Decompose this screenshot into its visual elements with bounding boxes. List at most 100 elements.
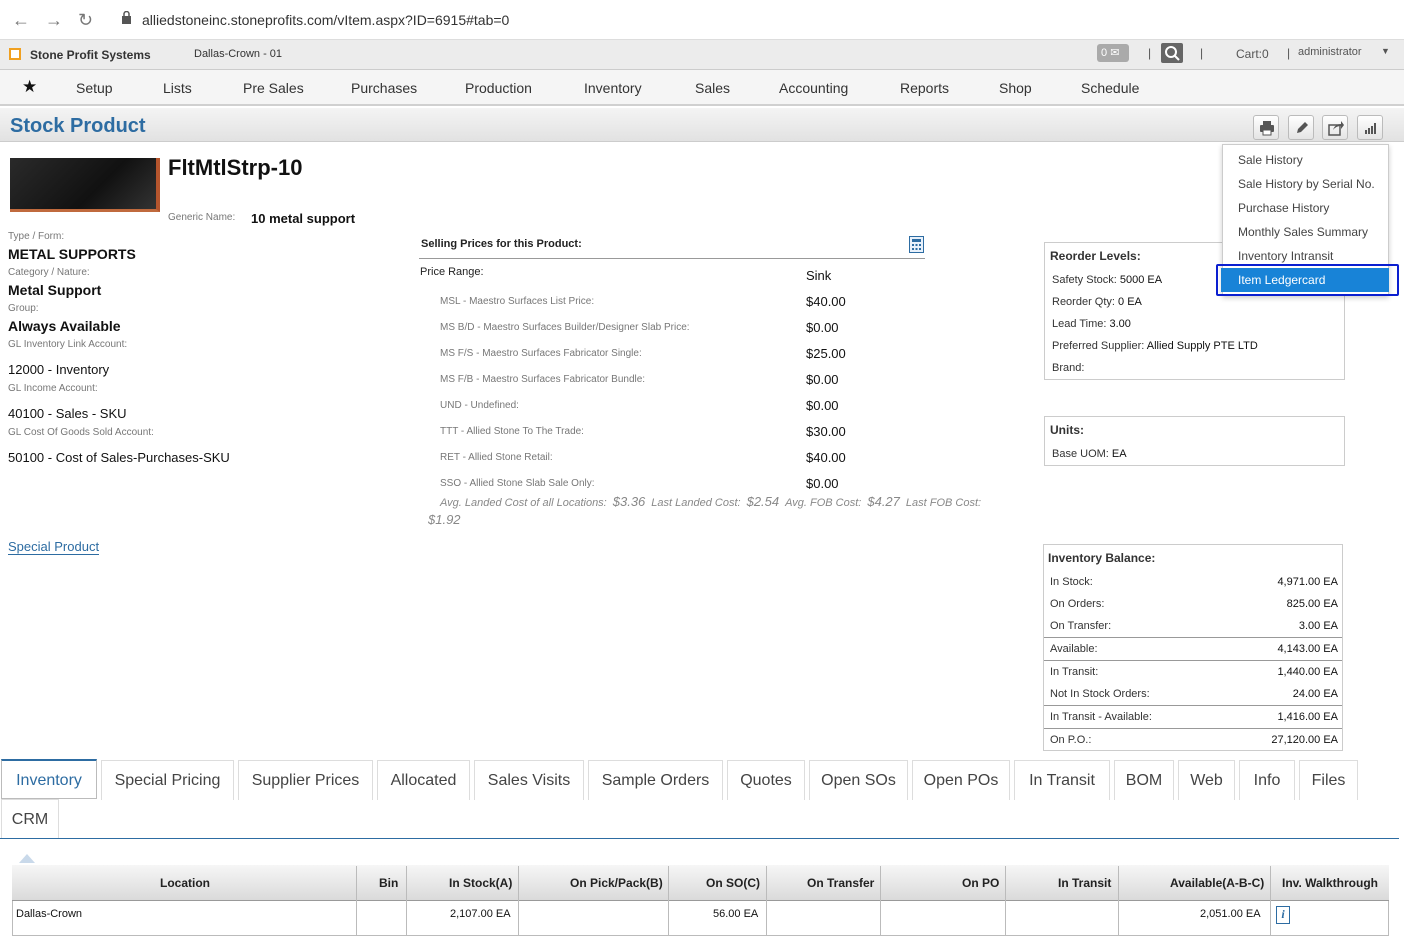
generic-name-label: Generic Name: <box>168 212 236 223</box>
menu-accounting[interactable]: Accounting <box>779 80 848 96</box>
menu-shop[interactable]: Shop <box>999 80 1032 96</box>
price-value: $30.00 <box>806 424 846 439</box>
price-value: $25.00 <box>806 346 846 361</box>
grid-divider <box>406 866 407 936</box>
price-value: $40.00 <box>806 294 846 309</box>
dd-purchase-history[interactable]: Purchase History <box>1238 201 1329 215</box>
info-icon[interactable]: i <box>1276 906 1290 924</box>
grid-divider <box>766 866 767 936</box>
col-location[interactable]: Location <box>160 876 210 890</box>
page-title: Stock Product <box>10 115 146 137</box>
menu-pre-sales[interactable]: Pre Sales <box>243 80 304 96</box>
share-icon <box>1328 121 1344 136</box>
messages-badge[interactable]: 0 ✉ <box>1097 44 1129 62</box>
dd-sale-history[interactable]: Sale History <box>1238 153 1303 167</box>
location-name[interactable]: Dallas-Crown - 01 <box>194 48 282 60</box>
lead-time-value: 3.00 <box>1109 318 1131 330</box>
tab-info[interactable]: Info <box>1239 760 1295 800</box>
tab-allocated[interactable]: Allocated <box>377 760 470 800</box>
bar-chart-icon <box>1365 123 1376 134</box>
price-value: $0.00 <box>806 320 839 335</box>
dd-monthly-sales-summary[interactable]: Monthly Sales Summary <box>1238 225 1368 239</box>
type-label: Type / Form: <box>8 231 65 242</box>
tab-sample-orders[interactable]: Sample Orders <box>588 760 723 800</box>
gl-inventory-label: GL Inventory Link Account: <box>8 339 128 350</box>
menu-purchases[interactable]: Purchases <box>351 80 417 96</box>
tab-inventory[interactable]: Inventory <box>1 759 97 799</box>
forward-arrow-icon[interactable]: → <box>45 10 63 31</box>
col-in-stock[interactable]: In Stock(A) <box>449 876 512 890</box>
grid-divider <box>518 866 519 936</box>
gl-income-value: 40100 - Sales - SKU <box>8 406 127 421</box>
reports-button[interactable] <box>1357 115 1383 140</box>
balance-label: In Transit - Available: <box>1050 711 1152 723</box>
col-inv-walkthrough[interactable]: Inv. Walkthrough <box>1282 876 1378 890</box>
tab-quotes[interactable]: Quotes <box>727 760 805 800</box>
calculator-icon[interactable] <box>909 236 924 253</box>
balance-label: On Orders: <box>1050 598 1105 610</box>
balance-label: On P.O.: <box>1050 734 1092 746</box>
menu-production[interactable]: Production <box>465 80 532 96</box>
tab-in-transit[interactable]: In Transit <box>1014 760 1110 800</box>
col-on-transfer[interactable]: On Transfer <box>807 876 874 890</box>
back-arrow-icon[interactable]: ← <box>12 10 30 31</box>
divider <box>419 258 925 259</box>
balance-label: Available: <box>1050 643 1098 655</box>
tab-open-sos[interactable]: Open SOs <box>809 760 908 800</box>
caret-down-icon[interactable]: ▼ <box>1381 46 1390 56</box>
balance-label: In Stock: <box>1050 576 1093 588</box>
col-on-pick-pack[interactable]: On Pick/Pack(B) <box>570 876 663 890</box>
gl-cogs-label: GL Cost Of Goods Sold Account: <box>8 427 154 438</box>
search-button[interactable] <box>1161 43 1183 63</box>
gl-inventory-value: 12000 - Inventory <box>8 362 110 377</box>
tab-files[interactable]: Files <box>1299 760 1358 800</box>
tab-web[interactable]: Web <box>1178 760 1235 800</box>
tab-open-pos[interactable]: Open POs <box>912 760 1010 800</box>
col-in-transit[interactable]: In Transit <box>1058 876 1111 890</box>
favorites-star-icon[interactable]: ★ <box>22 77 37 97</box>
reload-icon[interactable]: ↻ <box>78 10 93 31</box>
menu-reports[interactable]: Reports <box>900 80 949 96</box>
tab-crm[interactable]: CRM <box>1 799 59 839</box>
base-uom-label: Base UOM: <box>1052 448 1109 460</box>
tab-supplier-prices[interactable]: Supplier Prices <box>238 760 373 800</box>
menu-lists[interactable]: Lists <box>163 80 192 96</box>
price-label: MS F/S - Maestro Surfaces Fabricator Sin… <box>440 348 642 359</box>
cell-available: 2,051.00 EA <box>1200 908 1261 920</box>
product-image[interactable] <box>10 158 160 212</box>
menu-setup[interactable]: Setup <box>76 80 113 96</box>
share-button[interactable] <box>1322 115 1348 140</box>
menu-schedule[interactable]: Schedule <box>1081 80 1139 96</box>
generic-name-value: 10 metal support <box>251 211 356 226</box>
address-bar[interactable]: alliedstoneinc.stoneprofits.com/vItem.as… <box>142 12 509 28</box>
tab-sales-visits[interactable]: Sales Visits <box>474 760 584 800</box>
edit-button[interactable] <box>1288 115 1314 140</box>
cell-in-stock: 2,107.00 EA <box>450 908 511 920</box>
menu-inventory[interactable]: Inventory <box>584 80 642 96</box>
lead-time-row: Lead Time: 3.00 <box>1052 318 1131 330</box>
dd-inventory-intransit[interactable]: Inventory Intransit <box>1238 249 1333 263</box>
print-button[interactable] <box>1253 115 1279 140</box>
balance-value: 4,971.00 EA <box>1277 576 1338 588</box>
tab-special-pricing[interactable]: Special Pricing <box>101 760 234 800</box>
col-on-po[interactable]: On PO <box>962 876 999 890</box>
product-name: FltMtlStrp-10 <box>168 155 303 180</box>
supplier-label: Preferred Supplier: <box>1052 340 1145 352</box>
cell-on-so: 56.00 EA <box>713 908 759 920</box>
separator: | <box>1287 46 1291 60</box>
special-product-link[interactable]: Special Product <box>8 539 100 555</box>
grid-divider <box>1270 866 1271 936</box>
dd-sale-history-serial[interactable]: Sale History by Serial No. <box>1238 177 1375 191</box>
user-menu[interactable]: administrator <box>1298 46 1362 58</box>
tab-bom[interactable]: BOM <box>1114 760 1174 800</box>
menu-sales[interactable]: Sales <box>695 80 730 96</box>
col-on-so[interactable]: On SO(C) <box>706 876 760 890</box>
col-bin[interactable]: Bin <box>379 876 398 890</box>
divider <box>1044 705 1342 706</box>
divider <box>1044 660 1342 661</box>
cart-link[interactable]: Cart:0 <box>1236 47 1269 61</box>
collapse-caret-icon[interactable] <box>19 854 35 863</box>
price-label: SSO - Allied Stone Slab Sale Only: <box>440 478 595 489</box>
col-available[interactable]: Available(A-B-C) <box>1170 876 1264 890</box>
category-value: Metal Support <box>8 282 102 298</box>
